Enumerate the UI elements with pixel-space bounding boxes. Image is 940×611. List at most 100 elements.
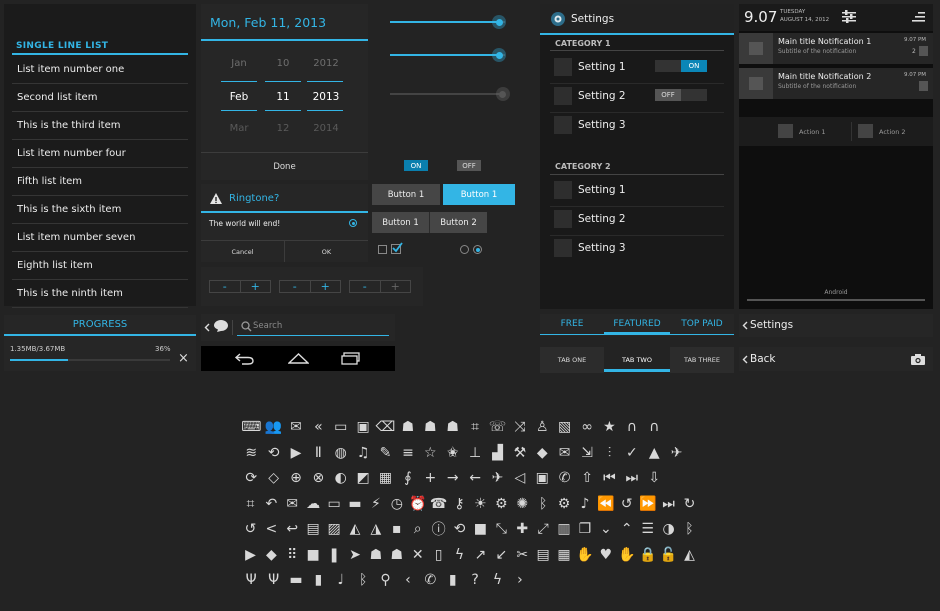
notification-2[interactable]: Main title Notification 2 Subtitle of th…	[739, 68, 933, 99]
stepper-plus-button[interactable]: +	[381, 280, 411, 293]
setting-divider	[550, 112, 724, 113]
setting-divider	[550, 206, 724, 207]
stepper-minus-button[interactable]: -	[350, 280, 381, 293]
slider-track[interactable]	[390, 15, 507, 29]
quick-settings-icon[interactable]	[842, 10, 856, 23]
list-item[interactable]: Fifth list item	[12, 168, 188, 196]
stepper-minus-button[interactable]: -	[280, 280, 311, 293]
clear-all-icon[interactable]	[912, 12, 925, 22]
notification-1[interactable]: Main title Notification 1 Subtitle of th…	[739, 33, 933, 64]
shade-carrier: Android	[824, 289, 848, 296]
tab-top-paid[interactable]: TOP PAID	[670, 319, 734, 329]
shade-date: AUGUST 14, 2012	[780, 17, 830, 23]
stepper-plus-button[interactable]: +	[241, 280, 271, 293]
up-chevron-icon[interactable]	[742, 321, 748, 330]
star-icon: ★	[603, 419, 616, 435]
day-prev[interactable]: 10	[265, 58, 301, 69]
slider-track[interactable]	[390, 87, 510, 101]
list-item-label: List item number one	[17, 64, 125, 75]
search-input[interactable]	[253, 319, 388, 333]
list-item[interactable]: List item number one	[12, 56, 188, 84]
up-chevron-icon[interactable]	[204, 323, 210, 332]
messaging-app-icon[interactable]	[213, 319, 229, 333]
dialog-option[interactable]: The world will end!	[209, 219, 280, 228]
stepper-plus-button[interactable]: +	[311, 280, 341, 293]
list-item[interactable]: List item number four	[12, 140, 188, 168]
tab-three[interactable]: TAB THREE	[670, 356, 734, 364]
year-selected[interactable]: 2013	[306, 91, 346, 103]
toggle-off[interactable]: OFF	[457, 160, 481, 171]
setting-divider	[550, 83, 724, 84]
close-button[interactable]: ×	[178, 351, 189, 366]
usb-icon: Ψ	[268, 572, 280, 588]
setting-2-switch[interactable]: OFF	[655, 89, 707, 101]
list-item[interactable]: This is the sixth item	[12, 196, 188, 224]
radio-unchecked[interactable]	[460, 245, 469, 254]
skip-forward-icon: ⏭	[625, 470, 639, 486]
stepper-minus-button[interactable]: -	[210, 280, 241, 293]
cat2-setting-1-label[interactable]: Setting 1	[578, 184, 626, 196]
settings-app-icon[interactable]	[550, 11, 566, 27]
keyboard-icon: ⌨	[241, 419, 262, 435]
action-1-button[interactable]: Action 1	[799, 128, 826, 136]
skip-back-icon: ⏮	[603, 470, 616, 486]
setting-2-label[interactable]: Setting 2	[578, 90, 626, 102]
setting-3-label[interactable]: Setting 3	[578, 119, 626, 131]
day-next[interactable]: 12	[265, 123, 301, 134]
action-2-button[interactable]: Action 2	[879, 128, 906, 136]
day-selected[interactable]: 11	[265, 91, 301, 103]
segmented-button-1[interactable]: Button 1	[372, 212, 429, 233]
setting-1-switch[interactable]: ON	[655, 60, 707, 72]
clipboard-icon: ▥	[557, 521, 571, 537]
done-button[interactable]: Done	[201, 153, 368, 180]
camera-icon[interactable]	[911, 354, 925, 365]
month-next[interactable]: Mar	[219, 123, 259, 134]
back-icon[interactable]	[234, 352, 255, 365]
list-item[interactable]: Eighth list item	[12, 252, 188, 280]
checkbox-checked[interactable]	[391, 242, 403, 254]
back-actionbar-title[interactable]: Back	[750, 353, 776, 365]
plus-icon: +	[424, 470, 437, 486]
list-item-label: This is the third item	[17, 120, 121, 131]
tab-featured[interactable]: FEATURED	[604, 319, 670, 329]
radio-checked[interactable]	[473, 245, 482, 254]
toggle-on[interactable]: ON	[404, 160, 428, 171]
download-icon: ⇩	[648, 470, 661, 486]
shade-handle[interactable]	[747, 299, 925, 301]
settings-actionbar-title[interactable]: Settings	[750, 319, 793, 331]
home-icon[interactable]	[288, 352, 309, 364]
year-next[interactable]: 2014	[306, 123, 346, 134]
slider-thumb[interactable]	[492, 15, 507, 29]
dialog-radio[interactable]	[349, 219, 357, 227]
trash-icon: ▬	[289, 572, 303, 588]
month-selected[interactable]: Feb	[219, 91, 259, 103]
tab-one[interactable]: TAB ONE	[540, 356, 604, 364]
slider-thumb[interactable]	[492, 48, 507, 62]
checkbox-unchecked[interactable]	[378, 245, 387, 254]
list-item[interactable]: Second list item	[12, 84, 188, 112]
up-chevron-icon[interactable]	[742, 355, 748, 364]
slider-thumb[interactable]	[495, 87, 510, 101]
tab-two[interactable]: TAB TWO	[604, 356, 670, 364]
button-1-pressed[interactable]: Button 1	[443, 184, 515, 205]
notification-2-time: 9.07 PM	[904, 72, 927, 78]
list-item[interactable]: This is the third item	[12, 112, 188, 140]
recents-icon[interactable]	[341, 352, 361, 365]
year-prev[interactable]: 2012	[306, 58, 346, 69]
button-1[interactable]: Button 1	[372, 184, 440, 205]
cat2-setting-3-label[interactable]: Setting 3	[578, 242, 626, 254]
crop-icon: ⌗	[246, 495, 255, 512]
setting-1-label[interactable]: Setting 1	[578, 61, 626, 73]
segmented-button-2[interactable]: Button 2	[430, 212, 487, 233]
folder-icon: ▭	[334, 419, 348, 435]
month-prev[interactable]: Jan	[219, 58, 259, 69]
thumb-up-icon: ✋	[576, 546, 594, 563]
thumb-down-icon: ✋	[618, 546, 636, 563]
cancel-button[interactable]: Cancel	[201, 241, 284, 262]
cat2-setting-2-label[interactable]: Setting 2	[578, 213, 626, 225]
tab-free[interactable]: FREE	[540, 319, 604, 329]
list-item[interactable]: List item number seven	[12, 224, 188, 252]
list-item[interactable]: This is the ninth item	[12, 280, 188, 308]
slider-track[interactable]	[390, 48, 507, 62]
ok-button[interactable]: OK	[285, 241, 368, 262]
